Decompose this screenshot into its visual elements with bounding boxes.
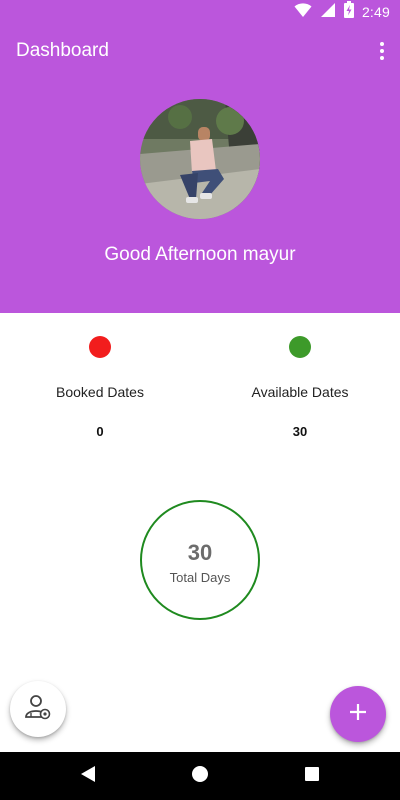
booked-indicator-dot bbox=[89, 336, 111, 358]
app-bar: Dashboard bbox=[0, 24, 400, 80]
plus-icon bbox=[349, 703, 367, 726]
avatar[interactable] bbox=[140, 99, 260, 219]
profile-settings-button[interactable] bbox=[10, 681, 66, 737]
add-button[interactable] bbox=[330, 686, 386, 742]
booked-dates-value: 0 bbox=[96, 424, 104, 439]
total-days-label: Total Days bbox=[169, 570, 231, 585]
available-dates-value: 30 bbox=[292, 424, 308, 439]
status-time: 2:49 bbox=[361, 4, 390, 20]
greeting-text: Good Afternoon mayur bbox=[104, 244, 296, 265]
more-vert-icon-dot bbox=[380, 49, 384, 53]
wifi-icon bbox=[294, 2, 312, 23]
nav-home-button[interactable] bbox=[186, 762, 214, 790]
more-vert-icon bbox=[380, 42, 384, 46]
available-dates-label: Available Dates bbox=[251, 384, 349, 400]
available-dates-stat: Available Dates 30 bbox=[200, 333, 400, 439]
header-panel: 2:49 Dashboard Good Afternoon mayur bbox=[0, 0, 400, 313]
home-icon bbox=[191, 765, 209, 788]
user-settings-icon bbox=[24, 693, 52, 726]
booked-dates-label: Booked Dates bbox=[56, 384, 144, 400]
status-icons: 2:49 bbox=[294, 1, 390, 23]
more-vert-icon-dot bbox=[380, 56, 384, 60]
app-title: Dashboard bbox=[16, 40, 109, 61]
avatar-photo bbox=[140, 99, 260, 219]
back-icon bbox=[80, 765, 96, 788]
recents-icon bbox=[304, 766, 320, 787]
nav-recents-button[interactable] bbox=[298, 762, 326, 790]
status-bar: 2:49 bbox=[0, 0, 400, 24]
available-indicator-dot bbox=[289, 336, 311, 358]
more-options-button[interactable] bbox=[374, 38, 390, 64]
system-nav-bar bbox=[0, 752, 400, 800]
total-days-value: 30 bbox=[187, 540, 213, 565]
signal-icon bbox=[320, 2, 336, 23]
booked-dates-stat: Booked Dates 0 bbox=[0, 333, 200, 439]
battery-charging-icon bbox=[343, 1, 354, 23]
dashboard-screen: 2:49 Dashboard Good Afternoon mayur Book… bbox=[0, 0, 400, 800]
total-days-circle: 30 Total Days bbox=[140, 500, 260, 620]
nav-back-button[interactable] bbox=[74, 762, 102, 790]
